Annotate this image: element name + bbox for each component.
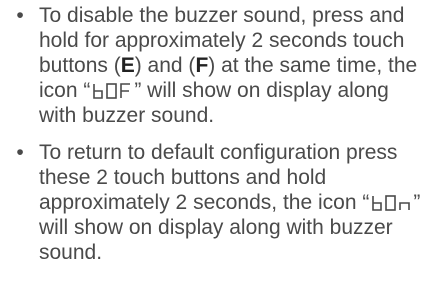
list-item: • To return to default configuration pre… [10,140,422,265]
b-off-display-icon [92,83,132,100]
list-item-text: To return to default configuration press… [39,141,421,264]
button-f-label: F [195,54,209,77]
instruction-list: • To disable the buzzer sound, press and… [10,3,422,277]
list-item: • To disable the buzzer sound, press and… [10,3,422,128]
b-on-display-icon [371,195,411,212]
bullet: • [16,4,24,27]
list-item-text: To disable the buzzer sound, press and h… [39,4,418,127]
button-e-label: E [120,54,135,77]
bullet: • [16,141,24,164]
instruction-page: • To disable the buzzer sound, press and… [0,0,434,302]
